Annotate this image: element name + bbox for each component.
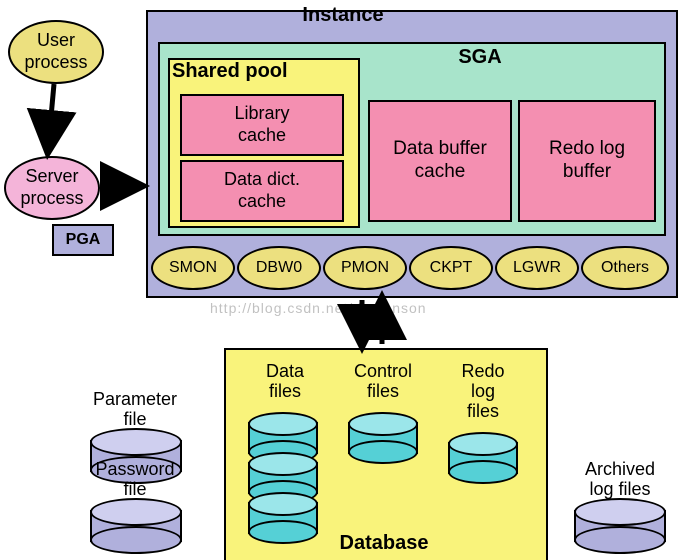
others-process: Others	[581, 246, 669, 290]
smon-label: SMON	[169, 258, 217, 277]
library-cache-box: Librarycache	[180, 94, 344, 156]
password-file-label: Passwordfile	[80, 460, 190, 500]
control-files-label: Controlfiles	[338, 362, 428, 402]
parameter-file-label: Parameterfile	[80, 390, 190, 430]
redo-log-buffer-box: Redo logbuffer	[518, 100, 656, 222]
control-files-cylinder	[348, 412, 418, 464]
data-files-label: Datafiles	[250, 362, 320, 402]
archived-log-files-cylinder	[574, 498, 666, 554]
shared-pool-title: Shared pool	[172, 60, 288, 83]
others-label: Others	[601, 258, 649, 277]
watermark-text: http://blog.csdn.net/demonson	[210, 300, 427, 316]
server-process: Serverprocess	[4, 156, 100, 220]
ckpt-process: CKPT	[409, 246, 493, 290]
data-files-cylinder-3	[248, 492, 318, 544]
instance-title: Instance	[0, 4, 686, 27]
dbw0-process: DBW0	[237, 246, 321, 290]
password-file-cylinder	[90, 498, 182, 554]
dbw0-label: DBW0	[256, 258, 302, 277]
data-dict-cache-label: Data dict.cache	[224, 169, 300, 212]
sga-title: SGA	[380, 46, 580, 69]
pmon-process: PMON	[323, 246, 407, 290]
data-buffer-cache-box: Data buffercache	[368, 100, 512, 222]
archived-log-files-label: Archivedlog files	[564, 460, 676, 500]
lgwr-label: LGWR	[513, 258, 561, 277]
pga-label: PGA	[66, 231, 101, 249]
redo-log-buffer-label: Redo logbuffer	[549, 138, 625, 184]
ckpt-label: CKPT	[430, 258, 473, 277]
data-buffer-cache-label: Data buffercache	[393, 138, 487, 184]
library-cache-label: Librarycache	[234, 103, 289, 146]
lgwr-process: LGWR	[495, 246, 579, 290]
server-process-label: Serverprocess	[20, 166, 83, 209]
redo-log-files-label: Redologfiles	[448, 362, 518, 421]
pga-box: PGA	[52, 224, 114, 256]
user-process-label: Userprocess	[24, 30, 87, 73]
data-dict-cache-box: Data dict.cache	[180, 160, 344, 222]
user-process: Userprocess	[8, 20, 104, 84]
redo-log-files-cylinder	[448, 432, 518, 484]
smon-process: SMON	[151, 246, 235, 290]
pmon-label: PMON	[341, 258, 389, 277]
